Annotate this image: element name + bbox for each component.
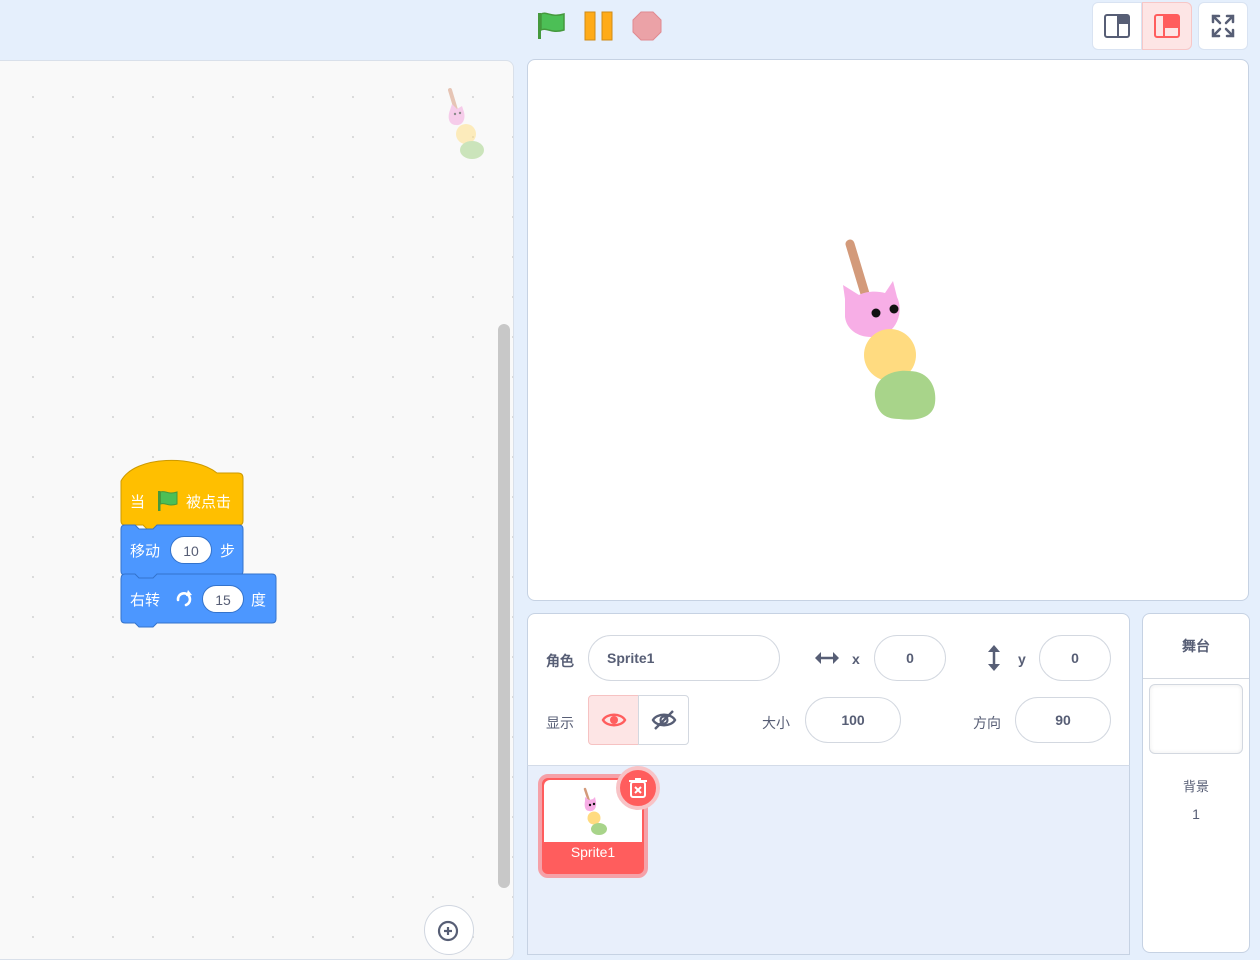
size-label: 大小 — [762, 715, 790, 731]
x-position-icon — [815, 652, 839, 664]
y-position-input[interactable]: 0 — [1039, 635, 1111, 681]
rotate-right-icon — [176, 590, 192, 607]
show-sprite-button[interactable] — [588, 695, 639, 745]
move-block-unit: 步 — [220, 542, 236, 560]
event-block-text-clicked: 被点击 — [186, 493, 232, 511]
sprite-name-input[interactable]: Sprite1 — [588, 635, 780, 681]
delete-sprite-button[interactable] — [616, 766, 660, 810]
pause-button[interactable] — [583, 10, 615, 42]
turn-block-label: 右转 — [130, 591, 161, 609]
hide-sprite-button[interactable] — [638, 695, 689, 745]
sprite-tile-name: Sprite1 — [570, 844, 616, 860]
direction-label: 方向 — [973, 715, 1001, 731]
y-label: y — [1018, 651, 1026, 667]
turn-degrees-input[interactable]: 15 — [202, 585, 244, 613]
fullscreen-icon — [1211, 14, 1235, 38]
stop-icon — [632, 11, 662, 41]
small-stage-button[interactable] — [1092, 2, 1142, 50]
fullscreen-button[interactable] — [1198, 2, 1248, 50]
direction-input[interactable]: 90 — [1015, 697, 1111, 743]
small-stage-icon — [1104, 14, 1130, 38]
code-scrollbar[interactable] — [498, 324, 510, 888]
turn-block-unit: 度 — [251, 591, 267, 609]
normal-stage-icon — [1154, 14, 1180, 38]
green-flag-icon — [158, 491, 178, 511]
backdrop-count: 1 — [1192, 806, 1200, 822]
zoom-in-button[interactable] — [424, 905, 474, 955]
top-bar — [0, 0, 1260, 58]
eye-icon — [601, 713, 626, 727]
move-block-label: 移动 — [130, 542, 161, 560]
stage-thumbnail[interactable] — [1149, 684, 1243, 754]
sprite-on-stage[interactable] — [833, 237, 948, 423]
eye-slash-icon — [651, 710, 676, 730]
sprite-name-label: 角色 — [546, 653, 574, 669]
y-position-icon — [988, 645, 1000, 671]
workspace-sprite-preview — [448, 88, 484, 159]
move-steps-input[interactable]: 10 — [170, 536, 212, 564]
green-flag-icon — [538, 12, 565, 39]
size-input[interactable]: 100 — [805, 697, 901, 743]
stage-canvas[interactable] — [527, 59, 1249, 601]
x-label: x — [852, 651, 860, 667]
sprite-list: Sprite1 — [527, 765, 1130, 955]
stage-selector[interactable]: 舞台 背景 1 — [1142, 613, 1250, 953]
event-block-text-when: 当 — [130, 493, 146, 511]
trash-icon — [629, 778, 647, 798]
x-position-input[interactable]: 0 — [874, 635, 946, 681]
show-label: 显示 — [546, 715, 574, 731]
visibility-toggle — [588, 695, 690, 747]
backdrop-label: 背景 — [1182, 779, 1209, 794]
stage-selector-title: 舞台 — [1143, 614, 1249, 679]
normal-stage-button[interactable] — [1142, 2, 1192, 50]
sprite-info-panel: 角色 Sprite1 x 0 y 0 显示 大小 100 方向 90 — [527, 613, 1130, 765]
stop-button[interactable] — [631, 10, 663, 42]
sprite-thumbnail — [583, 787, 607, 835]
green-flag-button[interactable] — [535, 10, 567, 42]
pause-icon — [584, 11, 613, 41]
